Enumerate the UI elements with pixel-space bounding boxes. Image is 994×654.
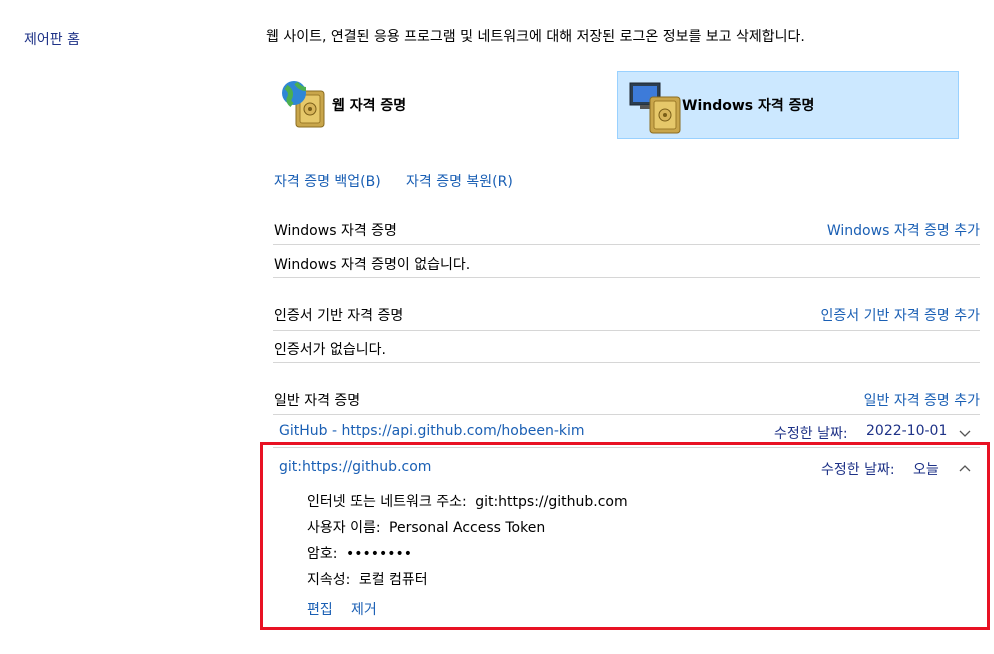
- web-credentials-tab[interactable]: 웹 자격 증명: [278, 79, 608, 131]
- windows-credentials-tab[interactable]: Windows 자격 증명: [617, 71, 959, 139]
- backup-credentials-link[interactable]: 자격 증명 백업(B): [274, 171, 381, 191]
- address-value: git:https://github.com: [475, 494, 628, 510]
- certificate-empty-text: 인증서가 없습니다.: [274, 342, 386, 358]
- modified-label: 수정한 날짜:: [774, 426, 848, 442]
- add-generic-credential-link[interactable]: 일반 자격 증명 추가: [864, 390, 980, 410]
- generic-credentials-section-title: 일반 자격 증명: [274, 393, 361, 409]
- page-description: 웹 사이트, 연결된 응용 프로그램 및 네트워크에 대해 저장된 로그온 정보…: [266, 29, 805, 45]
- restore-credentials-link[interactable]: 자격 증명 복원(R): [406, 171, 513, 191]
- monitor-vault-icon: [626, 75, 688, 135]
- certificate-credentials-section-title: 인증서 기반 자격 증명: [274, 308, 404, 324]
- windows-credentials-section-title: Windows 자격 증명: [274, 223, 397, 239]
- modified-label: 수정한 날짜:: [821, 462, 895, 478]
- add-certificate-credential-link[interactable]: 인증서 기반 자격 증명 추가: [821, 305, 980, 325]
- credential-name: GitHub - https://api.github.com/hobeen-k…: [279, 423, 585, 439]
- section-divider: [273, 330, 980, 331]
- password-label: 암호:: [307, 546, 338, 562]
- persistence-label: 지속성:: [307, 572, 351, 588]
- modified-date: 오늘: [913, 462, 939, 478]
- windows-credentials-empty-text: Windows 자격 증명이 없습니다.: [274, 257, 471, 273]
- chevron-up-icon[interactable]: [958, 461, 972, 477]
- persistence-row: 지속성: 로컬 컴퓨터: [307, 569, 428, 589]
- username-row: 사용자 이름: Personal Access Token: [307, 517, 545, 537]
- password-row: 암호: ••••••••: [307, 543, 412, 563]
- address-label: 인터넷 또는 네트워크 주소:: [307, 494, 467, 510]
- password-value: ••••••••: [345, 546, 412, 562]
- section-divider: [273, 277, 980, 278]
- section-divider: [273, 414, 980, 415]
- globe-vault-icon: [278, 79, 334, 131]
- username-value: Personal Access Token: [389, 520, 546, 536]
- windows-credentials-label: Windows 자격 증명: [682, 98, 815, 114]
- username-label: 사용자 이름:: [307, 520, 381, 536]
- persistence-value: 로컬 컴퓨터: [358, 572, 428, 588]
- remove-credential-link[interactable]: 제거: [351, 599, 377, 619]
- chevron-down-icon[interactable]: [958, 427, 972, 443]
- section-divider: [273, 362, 980, 363]
- edit-credential-link[interactable]: 편집: [307, 599, 333, 619]
- add-windows-credential-link[interactable]: Windows 자격 증명 추가: [827, 220, 980, 240]
- web-credentials-label: 웹 자격 증명: [332, 98, 407, 114]
- control-panel-home-link[interactable]: 제어판 홈: [24, 29, 80, 49]
- section-divider: [273, 244, 980, 245]
- modified-date: 2022-10-01: [866, 423, 948, 439]
- credential-name: git:https://github.com: [279, 459, 432, 475]
- credential-item-git-github[interactable]: git:https://github.com 수정한 날짜: 오늘 인터넷 또는…: [260, 442, 990, 630]
- address-row: 인터넷 또는 네트워크 주소: git:https://github.com: [307, 491, 628, 511]
